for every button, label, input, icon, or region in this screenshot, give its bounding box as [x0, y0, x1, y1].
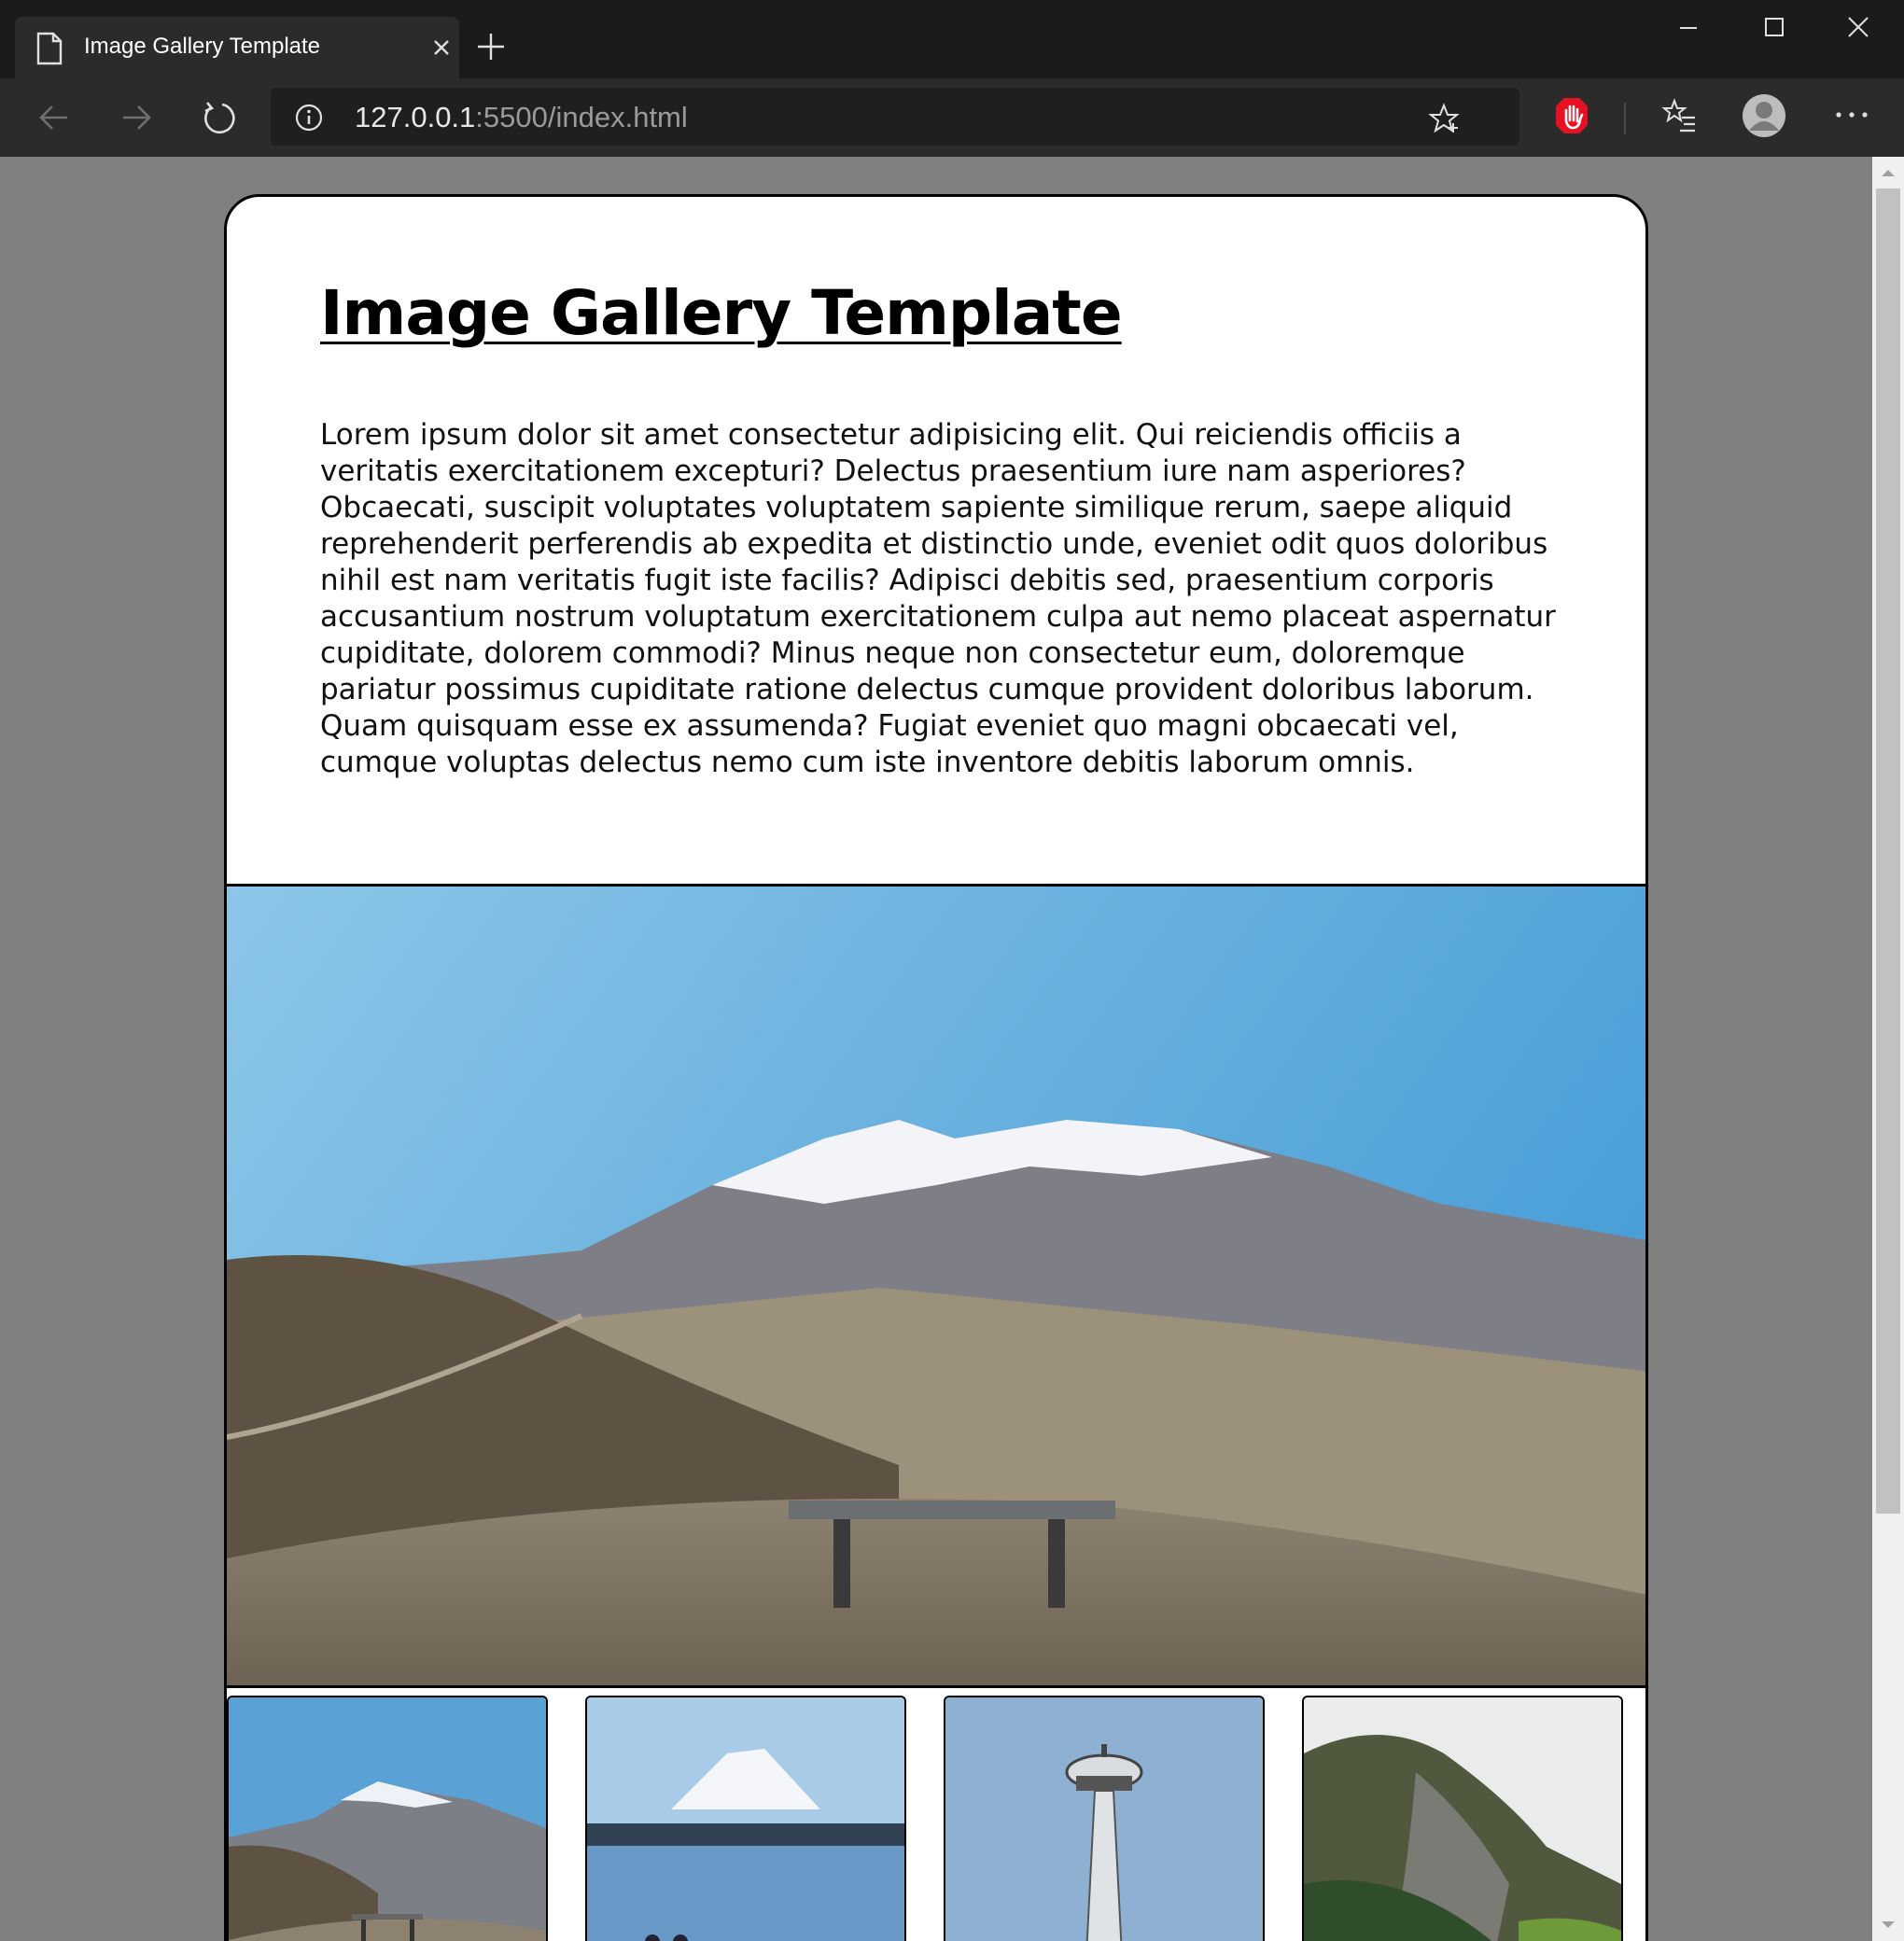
minimize-icon[interactable]: [1674, 13, 1702, 45]
toolbar-divider: [1624, 103, 1626, 134]
scrollbar-thumb[interactable]: [1876, 189, 1900, 1514]
page-title: Image Gallery Template: [320, 277, 1123, 349]
url-text[interactable]: 127.0.0.1:5500/index.html: [355, 101, 688, 134]
ad-block-hand-icon[interactable]: [1555, 97, 1589, 138]
address-bar[interactable]: 127.0.0.1:5500/index.html: [271, 88, 1519, 146]
gallery-thumbnail-lake-kayak[interactable]: [585, 1696, 906, 1941]
intro-paragraph: Lorem ipsum dolor sit amet consectetur a…: [320, 418, 1556, 779]
gallery-thumbnail-mountain-bench[interactable]: [227, 1696, 548, 1941]
site-info-icon[interactable]: [295, 104, 323, 135]
tab-title: Image Gallery Template: [84, 34, 321, 59]
main-image: [227, 884, 1645, 1688]
close-window-icon[interactable]: [1844, 13, 1872, 45]
refresh-icon[interactable]: [200, 99, 237, 140]
favorites-list-icon[interactable]: [1661, 97, 1699, 138]
page-viewport: Image Gallery Template Lorem ipsum dolor…: [0, 157, 1904, 1941]
forward-icon[interactable]: [118, 99, 155, 140]
url-host: 127.0.0.1: [355, 101, 476, 133]
favorite-star-icon[interactable]: [1428, 103, 1460, 138]
browser-toolbar: 127.0.0.1:5500/index.html: [0, 78, 1904, 157]
back-icon[interactable]: [35, 99, 73, 140]
new-tab-icon[interactable]: [476, 32, 506, 65]
gallery-card: Image Gallery Template Lorem ipsum dolor…: [224, 194, 1648, 1941]
gallery-thumbnail-space-needle[interactable]: [944, 1696, 1265, 1941]
profile-avatar-icon[interactable]: [1742, 93, 1786, 142]
close-tab-icon[interactable]: [431, 37, 452, 62]
browser-tab[interactable]: Image Gallery Template: [15, 17, 459, 78]
maximize-icon[interactable]: [1760, 13, 1788, 45]
scroll-up-arrow-icon[interactable]: [1880, 164, 1897, 182]
document-icon: [35, 32, 63, 69]
gallery-thumbnail-forest-cliff[interactable]: [1302, 1696, 1623, 1941]
url-path: :5500/index.html: [475, 101, 688, 133]
scroll-down-arrow-icon[interactable]: [1880, 1917, 1897, 1934]
more-options-icon[interactable]: [1833, 101, 1870, 133]
vertical-scrollbar[interactable]: [1872, 157, 1904, 1941]
title-bar: Image Gallery Template: [0, 0, 1904, 78]
